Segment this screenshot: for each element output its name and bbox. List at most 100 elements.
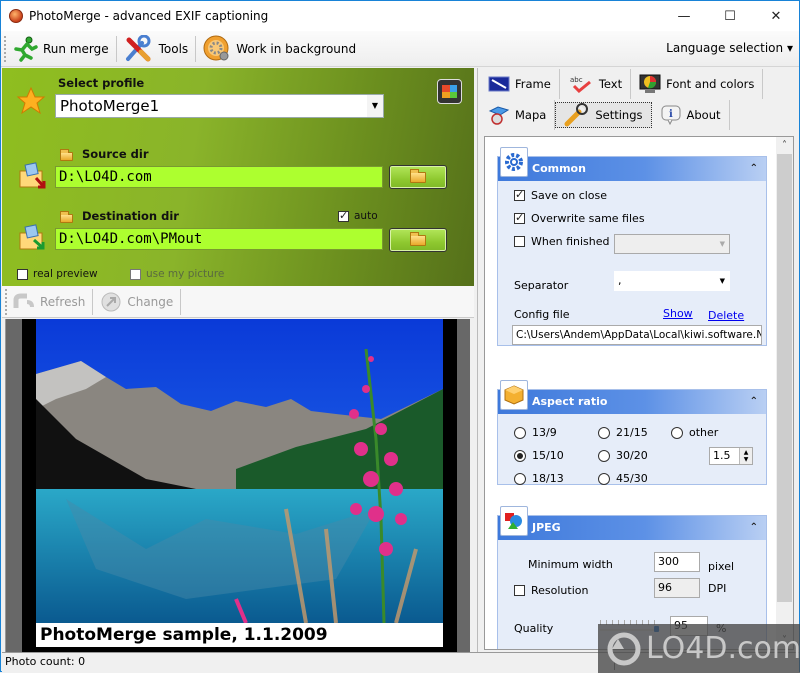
common-group-header[interactable]: Common ⌃ bbox=[498, 147, 766, 181]
use-my-picture-checkbox[interactable] bbox=[130, 268, 141, 280]
left-panel: Select profile PhotoMerge1 ▼ Source dir … bbox=[2, 68, 474, 654]
tab-font-and-colors[interactable]: Font and colors bbox=[631, 69, 764, 99]
profile-select[interactable]: PhotoMerge1 ▼ bbox=[55, 94, 384, 118]
tools-button[interactable]: Tools bbox=[119, 34, 194, 64]
app-icon bbox=[9, 9, 23, 23]
config-file-path-field[interactable]: C:\Users\Andem\AppData\Local\kiwi.softwa… bbox=[512, 325, 762, 345]
use-my-picture-label: use my picture bbox=[146, 268, 225, 280]
other-ratio-spinner[interactable]: 1.5 ▲ ▼ bbox=[709, 447, 753, 465]
aspect-radio-21-15[interactable] bbox=[598, 426, 610, 439]
aspect-option[interactable]: 45/30 bbox=[598, 472, 648, 485]
scroll-up-icon[interactable]: ˄ bbox=[776, 137, 793, 154]
aspect-option[interactable]: 21/15 bbox=[598, 426, 648, 439]
aspect-radio-13-9[interactable] bbox=[514, 426, 526, 439]
when-finished-select[interactable]: ▼ bbox=[614, 234, 730, 254]
destination-dir-label: Destination dir bbox=[82, 209, 179, 223]
tab-frame-label: Frame bbox=[515, 77, 551, 91]
star-icon bbox=[16, 86, 46, 116]
work-in-background-button[interactable]: Work in background bbox=[198, 34, 361, 64]
delete-config-link[interactable]: Delete bbox=[708, 309, 744, 322]
real-preview-row[interactable]: real preview bbox=[17, 268, 98, 280]
close-button[interactable]: ✕ bbox=[753, 1, 799, 31]
aspect-radio-45-30[interactable] bbox=[598, 472, 610, 485]
aspect-radio-18-13[interactable] bbox=[514, 472, 526, 485]
title-bar: PhotoMerge - advanced EXIF captioning — … bbox=[1, 1, 799, 31]
language-selection-label: Language selection bbox=[666, 41, 784, 55]
source-dir-label: Source dir bbox=[82, 147, 149, 161]
separator-select[interactable]: , ▼ bbox=[614, 271, 730, 291]
jpeg-group-header[interactable]: JPEG ⌃ bbox=[498, 506, 766, 540]
use-my-picture-row[interactable]: use my picture bbox=[130, 268, 224, 280]
when-finished-checkbox[interactable] bbox=[514, 236, 525, 247]
real-preview-label: real preview bbox=[33, 268, 98, 280]
settings-scrollbar[interactable]: ˄ ˅ bbox=[776, 137, 793, 649]
browse-destination-button[interactable] bbox=[389, 228, 447, 252]
aspect-option[interactable]: 15/10 bbox=[514, 449, 564, 462]
tab-text[interactable]: abc Text bbox=[559, 69, 632, 99]
tab-about[interactable]: i About bbox=[651, 100, 730, 130]
chevron-down-icon[interactable]: ▼ bbox=[367, 95, 383, 117]
refresh-icon bbox=[13, 292, 35, 312]
aspect-option[interactable]: other bbox=[671, 426, 718, 439]
profile-value: PhotoMerge1 bbox=[60, 97, 160, 115]
minimum-width-unit: pixel bbox=[708, 560, 735, 573]
resolution-checkbox[interactable] bbox=[514, 585, 525, 596]
language-selection-dropdown[interactable]: Language selection ▾ bbox=[666, 41, 793, 55]
spin-up-icon[interactable]: ▲ bbox=[744, 449, 749, 456]
preview-frame: PhotoMerge sample, 1.1.2009 bbox=[22, 319, 457, 652]
scroll-thumb[interactable] bbox=[777, 154, 792, 602]
browse-source-button[interactable] bbox=[389, 165, 447, 189]
save-on-close-row[interactable]: Save on close bbox=[514, 188, 607, 202]
auto-checkbox[interactable] bbox=[338, 209, 349, 222]
color-palette-icon bbox=[442, 85, 457, 98]
text-icon: abc bbox=[568, 75, 594, 93]
theme-button[interactable] bbox=[437, 79, 462, 104]
app-window: PhotoMerge - advanced EXIF captioning — … bbox=[0, 0, 800, 673]
toolbar-separator bbox=[180, 288, 182, 315]
tab-mapa[interactable]: Mapa bbox=[480, 100, 556, 130]
resolution-row[interactable]: Resolution bbox=[514, 584, 588, 597]
watermark: LO4D.com bbox=[598, 624, 800, 673]
show-config-link[interactable]: Show bbox=[663, 307, 693, 320]
photo-count: Photo count: 0 bbox=[5, 655, 86, 668]
collapse-icon[interactable]: ⌃ bbox=[750, 516, 758, 540]
auto-checkbox-row[interactable]: auto bbox=[338, 209, 378, 222]
save-on-close-checkbox[interactable] bbox=[514, 188, 525, 201]
real-preview-checkbox[interactable] bbox=[17, 268, 28, 280]
window-title: PhotoMerge - advanced EXIF captioning bbox=[29, 9, 269, 23]
aspect-option[interactable]: 18/13 bbox=[514, 472, 564, 485]
aspect-radio-15-10[interactable] bbox=[514, 449, 526, 462]
source-folder-icon bbox=[18, 162, 48, 190]
run-merge-button[interactable]: Run merge bbox=[7, 34, 114, 64]
tab-mapa-label: Mapa bbox=[515, 108, 547, 122]
profile-panel: Select profile PhotoMerge1 ▼ Source dir … bbox=[2, 68, 474, 286]
refresh-button[interactable]: Refresh bbox=[8, 287, 90, 317]
tab-row-2: Mapa Settings i About bbox=[480, 100, 730, 132]
collapse-icon[interactable]: ⌃ bbox=[750, 390, 758, 414]
overwrite-row[interactable]: Overwrite same files bbox=[514, 211, 645, 225]
maximize-button[interactable]: ☐ bbox=[707, 1, 753, 31]
resolution-input[interactable]: 96 bbox=[654, 578, 700, 598]
tab-frame[interactable]: Frame bbox=[480, 69, 560, 99]
toolbar-separator bbox=[115, 35, 117, 62]
chevron-down-icon: ▼ bbox=[719, 277, 725, 285]
separator-value: , bbox=[618, 274, 622, 287]
minimize-button[interactable]: — bbox=[661, 1, 707, 31]
overwrite-same-files-checkbox[interactable] bbox=[514, 211, 525, 224]
aspect-option[interactable]: 30/20 bbox=[598, 449, 648, 462]
when-finished-row[interactable]: When finished bbox=[514, 235, 610, 248]
spin-down-icon[interactable]: ▼ bbox=[744, 456, 749, 463]
minimum-width-input[interactable]: 300 bbox=[654, 552, 700, 572]
aspect-radio-30-20[interactable] bbox=[598, 449, 610, 462]
collapse-icon[interactable]: ⌃ bbox=[750, 157, 758, 181]
aspect-radio-other[interactable] bbox=[671, 426, 683, 439]
source-dir-input[interactable]: D:\LO4D.com bbox=[55, 166, 383, 188]
aspect-ratio-group-header[interactable]: Aspect ratio ⌃ bbox=[498, 380, 766, 414]
aspect-option[interactable]: 13/9 bbox=[514, 426, 557, 439]
overwrite-same-files-label: Overwrite same files bbox=[531, 212, 645, 225]
tab-settings[interactable]: Settings bbox=[555, 102, 652, 128]
svg-text:abc: abc bbox=[570, 76, 583, 84]
tab-about-label: About bbox=[686, 108, 721, 122]
destination-dir-input[interactable]: D:\LO4D.com\PMout bbox=[55, 228, 383, 250]
change-button[interactable]: Change bbox=[95, 287, 178, 317]
